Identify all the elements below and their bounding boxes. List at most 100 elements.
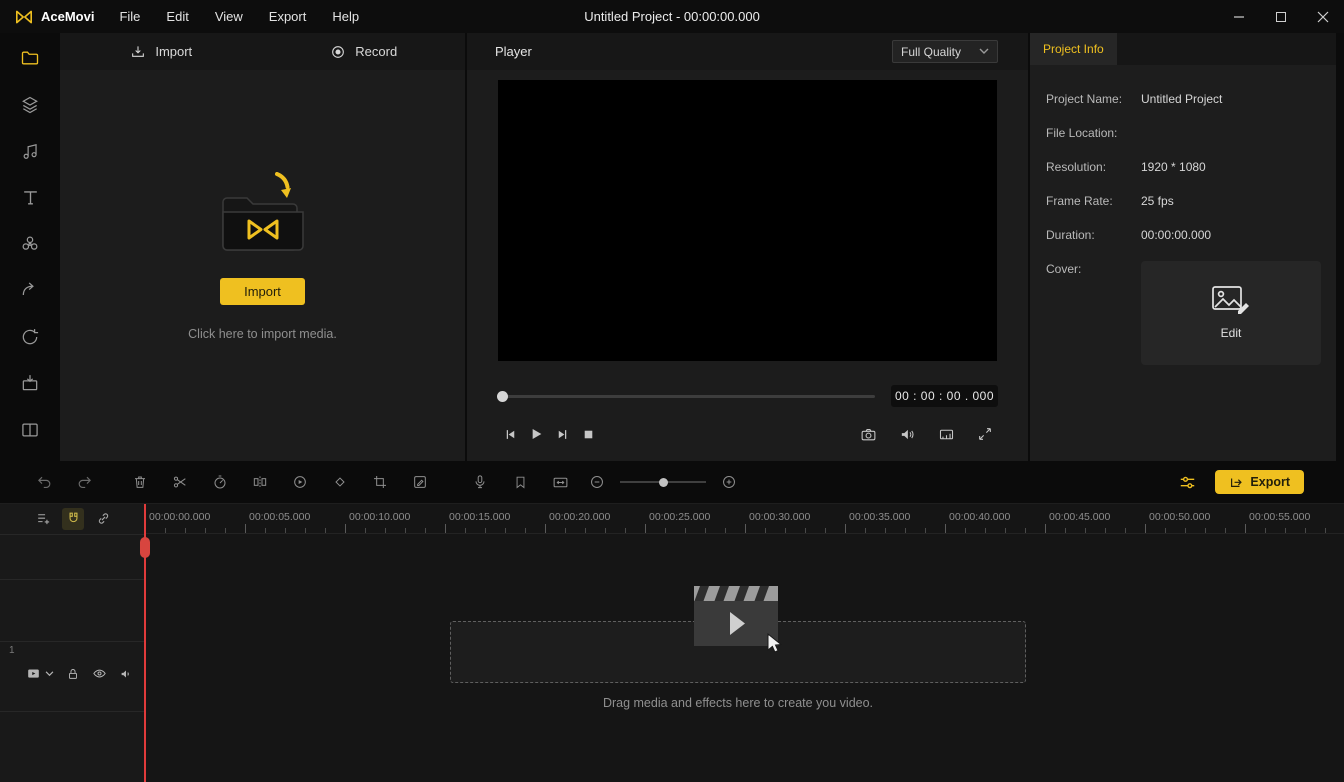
seek-handle[interactable] <box>497 391 508 402</box>
voiceover-button[interactable] <box>460 468 500 496</box>
keyframe-button[interactable] <box>320 468 360 496</box>
timeline-ruler[interactable]: 00:00:00.000 00:00:05.000 00:00:10.000 0… <box>145 504 1344 534</box>
ruler-label: 00:00:20.000 <box>549 511 610 523</box>
music-note-icon <box>21 142 40 161</box>
tab-record[interactable]: Record <box>263 33 466 70</box>
player-timecode: 00 : 00 : 00 . 000 <box>891 385 998 407</box>
ruler-label: 00:00:50.000 <box>1149 511 1210 523</box>
delete-button[interactable] <box>120 468 160 496</box>
tab-import-label: Import <box>155 44 192 59</box>
sidebar-item-behaviors[interactable] <box>12 322 48 352</box>
edit-button[interactable] <box>400 468 440 496</box>
menu-view[interactable]: View <box>202 4 256 29</box>
media-import-dropzone[interactable]: Import Click here to import media. <box>60 70 465 461</box>
fit-timeline-button[interactable] <box>540 468 580 496</box>
split-clip-icon <box>252 474 268 490</box>
acemovi-logo-icon <box>14 9 34 25</box>
link-clips-button[interactable] <box>92 508 114 530</box>
quality-select[interactable]: Full Quality <box>892 40 998 63</box>
sidebar-item-transitions[interactable] <box>12 275 48 305</box>
field-label-project-name: Project Name: <box>1046 91 1141 107</box>
seek-bar[interactable] <box>497 390 875 402</box>
split-button[interactable] <box>240 468 280 496</box>
sidebar-item-text[interactable] <box>12 182 48 212</box>
track-mute-button[interactable] <box>119 667 133 681</box>
add-track-button[interactable] <box>32 508 54 530</box>
media-folder-icon <box>20 48 40 68</box>
preview-button[interactable] <box>280 468 320 496</box>
track-lock-button[interactable] <box>66 667 80 681</box>
sidebar-item-layers[interactable] <box>12 89 48 119</box>
undo-button[interactable] <box>24 468 64 496</box>
maximize-icon <box>1276 12 1286 22</box>
sidebar-item-split-screen[interactable] <box>12 415 48 445</box>
player-panel: Player Full Quality 00 : 00 : 00 . 000 <box>467 33 1028 461</box>
field-label-resolution: Resolution: <box>1046 159 1141 175</box>
timeline-zoom-slider[interactable] <box>620 476 706 488</box>
sidebar-item-media[interactable] <box>12 43 48 73</box>
play-button[interactable] <box>523 422 549 446</box>
field-label-frame-rate: Frame Rate: <box>1046 193 1141 209</box>
snapshot-button[interactable] <box>855 422 881 446</box>
microphone-icon <box>472 474 488 490</box>
track-header-tools <box>0 666 145 681</box>
marker-button[interactable] <box>500 468 540 496</box>
split-screen-icon <box>20 420 40 440</box>
menu-file[interactable]: File <box>106 4 153 29</box>
magnet-snap-button[interactable] <box>62 508 84 530</box>
ruler-label: 00:00:35.000 <box>849 511 910 523</box>
playhead-marker[interactable] <box>140 537 150 558</box>
redo-button[interactable] <box>64 468 104 496</box>
minimize-button[interactable] <box>1218 0 1260 33</box>
sidebar-item-audio[interactable] <box>12 136 48 166</box>
edit-pencil-icon <box>412 474 428 490</box>
tab-import[interactable]: Import <box>60 33 263 70</box>
aspect-ratio-button[interactable] <box>933 422 959 446</box>
tab-project-info[interactable]: Project Info <box>1030 33 1117 65</box>
player-header: Player Full Quality <box>467 33 1028 70</box>
adjust-settings-button[interactable] <box>1178 473 1197 492</box>
export-icon <box>1229 475 1243 489</box>
track-visibility-button[interactable] <box>92 666 107 681</box>
export-button[interactable]: Export <box>1215 470 1304 494</box>
stop-button[interactable] <box>575 422 601 446</box>
next-frame-button[interactable] <box>549 422 575 446</box>
layers-icon <box>20 95 40 115</box>
timeline-tools <box>0 504 145 533</box>
ruler-major-ticks <box>145 524 1344 533</box>
window-controls <box>1218 0 1344 33</box>
gutter-divider <box>0 711 145 712</box>
track-type-button[interactable] <box>26 666 54 681</box>
gutter-divider <box>0 534 145 535</box>
ruler-label: 00:00:30.000 <box>749 511 810 523</box>
record-icon <box>330 44 346 60</box>
redo-icon <box>76 474 93 491</box>
import-folder-icon <box>215 172 311 264</box>
zoom-in-button[interactable] <box>712 468 746 496</box>
maximize-button[interactable] <box>1260 0 1302 33</box>
menu-edit[interactable]: Edit <box>153 4 201 29</box>
sidebar-item-import-to-timeline[interactable] <box>12 368 48 398</box>
field-value-frame-rate: 25 fps <box>1141 193 1320 209</box>
speed-clock-icon <box>212 474 228 490</box>
menu-export[interactable]: Export <box>256 4 320 29</box>
volume-button[interactable] <box>894 422 920 446</box>
menu-help[interactable]: Help <box>319 4 372 29</box>
ruler-label: 00:00:45.000 <box>1049 511 1110 523</box>
keyframe-diamond-icon <box>332 474 348 490</box>
crop-button[interactable] <box>360 468 400 496</box>
speed-button[interactable] <box>200 468 240 496</box>
fullscreen-button[interactable] <box>972 422 998 446</box>
ruler-label: 00:00:05.000 <box>249 511 310 523</box>
app-logo: AceMovi <box>0 9 106 25</box>
cut-button[interactable] <box>160 468 200 496</box>
previous-frame-icon <box>503 427 518 442</box>
zoom-slider-handle[interactable] <box>659 478 668 487</box>
close-button[interactable] <box>1302 0 1344 33</box>
zoom-out-button[interactable] <box>580 468 614 496</box>
previous-frame-button[interactable] <box>497 422 523 446</box>
cover-edit-button[interactable]: Edit <box>1141 261 1321 365</box>
sidebar-item-effects[interactable] <box>12 229 48 259</box>
import-button[interactable]: Import <box>220 278 305 305</box>
fullscreen-icon <box>977 426 993 442</box>
